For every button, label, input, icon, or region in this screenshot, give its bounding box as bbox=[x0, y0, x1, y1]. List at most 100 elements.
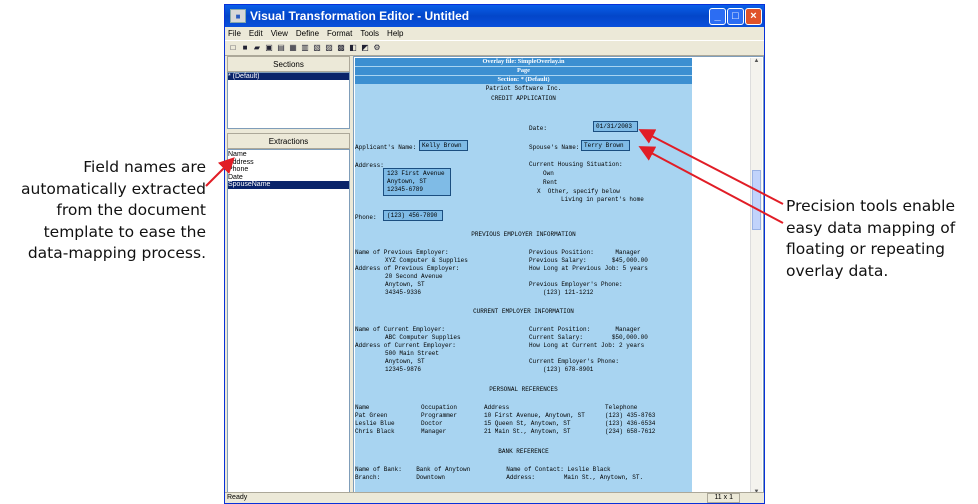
callout-line: template to ease the bbox=[43, 222, 206, 241]
layout-icon[interactable]: ▤ bbox=[276, 43, 286, 53]
test-icon[interactable]: ◩ bbox=[360, 43, 370, 53]
close-button[interactable]: × bbox=[745, 7, 762, 25]
minimize-button[interactable]: _ bbox=[709, 7, 726, 25]
housing-other: X Other, specify below bbox=[537, 188, 620, 195]
page-icon[interactable]: ▥ bbox=[300, 43, 310, 53]
left-pane: Sections * (Default) Extractions Name Ad… bbox=[227, 56, 350, 496]
prev-employer-value: XYZ Computer & Supplies bbox=[385, 257, 468, 264]
scroll-up-icon[interactable]: ▲ bbox=[751, 58, 762, 64]
prev-position: Previous Position: Manager bbox=[529, 249, 641, 256]
section-item[interactable]: * (Default) bbox=[228, 73, 349, 80]
extraction-item-address[interactable]: Address bbox=[228, 159, 349, 167]
housing-rent: Rent bbox=[543, 179, 558, 186]
vertical-scrollbar[interactable]: ▲ ▼ bbox=[750, 58, 762, 495]
extraction-item-phone[interactable]: Phone bbox=[228, 166, 349, 174]
curr-how-long: How Long at Current Job: 2 years bbox=[529, 342, 645, 349]
overlay-band: Overlay file: SimpleOverlay.in bbox=[355, 58, 692, 66]
section-band: Section: * (Default) bbox=[355, 76, 692, 84]
menu-tools[interactable]: Tools bbox=[360, 29, 379, 38]
properties-icon[interactable]: ◧ bbox=[348, 43, 358, 53]
save-icon[interactable]: ■ bbox=[240, 43, 250, 53]
curr-phone-value: (123) 678-8901 bbox=[543, 366, 594, 373]
callout-line: Precision tools enable bbox=[786, 197, 955, 215]
bank-header: BANK REFERENCE bbox=[498, 448, 549, 455]
extraction-item-name[interactable]: Name bbox=[228, 151, 349, 159]
curr-salary: Current Salary: $50,000.00 bbox=[529, 334, 648, 341]
ref-cell: 15 Queen St, Anytown, ST bbox=[484, 420, 571, 427]
callout-line: Field names are bbox=[83, 158, 206, 176]
prev-employer-header: PREVIOUS EMPLOYER INFORMATION bbox=[471, 231, 576, 238]
app-window: ■ Visual Transformation Editor - Untitle… bbox=[224, 4, 765, 504]
ref-cell: 21 Main St., Anytown, ST bbox=[484, 428, 571, 435]
sections-header: Sections bbox=[227, 56, 350, 72]
ref-cell: (234) 658-7612 bbox=[605, 428, 656, 435]
title-bar[interactable]: ■ Visual Transformation Editor - Untitle… bbox=[225, 5, 764, 27]
address-line: 123 First Avenue bbox=[387, 170, 445, 177]
overlay-document[interactable]: Overlay file: SimpleOverlay.in Page Sect… bbox=[355, 58, 692, 495]
status-text: Ready bbox=[227, 494, 248, 501]
copy-icon[interactable]: ▩ bbox=[336, 43, 346, 53]
menu-file[interactable]: File bbox=[228, 29, 241, 38]
ref-cell: Pat Green bbox=[355, 412, 388, 419]
menu-edit[interactable]: Edit bbox=[249, 29, 263, 38]
document-view[interactable]: Overlay file: SimpleOverlay.in Page Sect… bbox=[353, 56, 764, 496]
menu-define[interactable]: Define bbox=[296, 29, 319, 38]
ref-cell: (123) 436-6534 bbox=[605, 420, 656, 427]
menu-bar: File Edit View Define Format Tools Help bbox=[225, 27, 764, 40]
page-band: Page bbox=[355, 67, 692, 75]
ref-cell: Doctor bbox=[421, 420, 443, 427]
ref-cell: Manager bbox=[421, 428, 447, 435]
new-icon[interactable]: □ bbox=[228, 43, 238, 53]
settings-icon[interactable]: ⚙ bbox=[372, 43, 382, 53]
curr-phone-label: Current Employer's Phone: bbox=[529, 358, 620, 365]
form-title: CREDIT APPLICATION bbox=[491, 95, 556, 102]
extractions-list[interactable]: Name Address Phone Date SpouseName bbox=[227, 149, 350, 496]
grid-icon[interactable]: ▦ bbox=[288, 43, 298, 53]
callout-line: overlay data. bbox=[786, 261, 889, 280]
sections-list[interactable]: * (Default) bbox=[227, 72, 350, 129]
extraction-item-date[interactable]: Date bbox=[228, 174, 349, 182]
prev-salary: Previous Salary: $45,000.00 bbox=[529, 257, 648, 264]
spouse-value: Terry Brown bbox=[584, 142, 624, 149]
refs-col-occupation: Occupation bbox=[421, 404, 458, 411]
maximize-button[interactable]: □ bbox=[727, 7, 744, 25]
applicant-label: Applicant's Name: bbox=[355, 144, 417, 151]
prev-address-label: Address of Previous Employer: bbox=[355, 265, 460, 272]
callout-field-names: Field names are automatically extracted … bbox=[4, 157, 206, 265]
callout-precision-tools: Precision tools enable easy data mapping… bbox=[786, 196, 978, 282]
bank-line: Name of Bank: Bank of Anytown Name of Co… bbox=[355, 466, 611, 473]
scroll-thumb[interactable] bbox=[752, 170, 761, 230]
extraction-item-spousename[interactable]: SpouseName bbox=[228, 181, 349, 189]
curr-position: Current Position: Manager bbox=[529, 326, 641, 333]
refs-col-address: Address bbox=[484, 404, 510, 411]
address-label: Address: bbox=[355, 162, 384, 169]
menu-view[interactable]: View bbox=[271, 29, 288, 38]
section-icon[interactable]: ▧ bbox=[312, 43, 322, 53]
housing-own: Own bbox=[543, 170, 554, 177]
toolbar: □ ■ ▰ ▣ ▤ ▦ ▥ ▧ ▨ ▩ ◧ ◩ ⚙ bbox=[225, 40, 764, 56]
field-icon[interactable]: ▨ bbox=[324, 43, 334, 53]
date-label: Date: bbox=[529, 125, 548, 132]
curr-address-line: Anytown, ST bbox=[385, 358, 425, 365]
refs-col-telephone: Telephone bbox=[605, 404, 638, 411]
ref-cell: Leslie Blue bbox=[355, 420, 395, 427]
open-icon[interactable]: ▰ bbox=[252, 43, 262, 53]
menu-help[interactable]: Help bbox=[387, 29, 403, 38]
ref-cell: Programmer bbox=[421, 412, 458, 419]
address-line: Anytown, ST bbox=[387, 178, 427, 185]
ref-cell: Chris Black bbox=[355, 428, 395, 435]
prev-how-long: How Long at Previous Job: 5 years bbox=[529, 265, 648, 272]
references-header: PERSONAL REFERENCES bbox=[489, 386, 558, 393]
housing-label: Current Housing Situation: bbox=[529, 161, 623, 168]
date-value: 01/31/2003 bbox=[596, 123, 633, 130]
callout-line: from the document bbox=[56, 201, 206, 219]
callout-line: easy data mapping of bbox=[786, 218, 956, 237]
menu-format[interactable]: Format bbox=[327, 29, 352, 38]
print-icon[interactable]: ▣ bbox=[264, 43, 274, 53]
curr-employer-value: ABC Computer Supplies bbox=[385, 334, 461, 341]
window-title: Visual Transformation Editor - Untitled bbox=[250, 9, 470, 23]
bank-line: Branch: Downtown Address: Main St., Anyt… bbox=[355, 474, 644, 481]
prev-address-line: 20 Second Avenue bbox=[385, 273, 443, 280]
ref-cell: (123) 435-8763 bbox=[605, 412, 656, 419]
company-name: Patriot Software Inc. bbox=[485, 85, 562, 92]
